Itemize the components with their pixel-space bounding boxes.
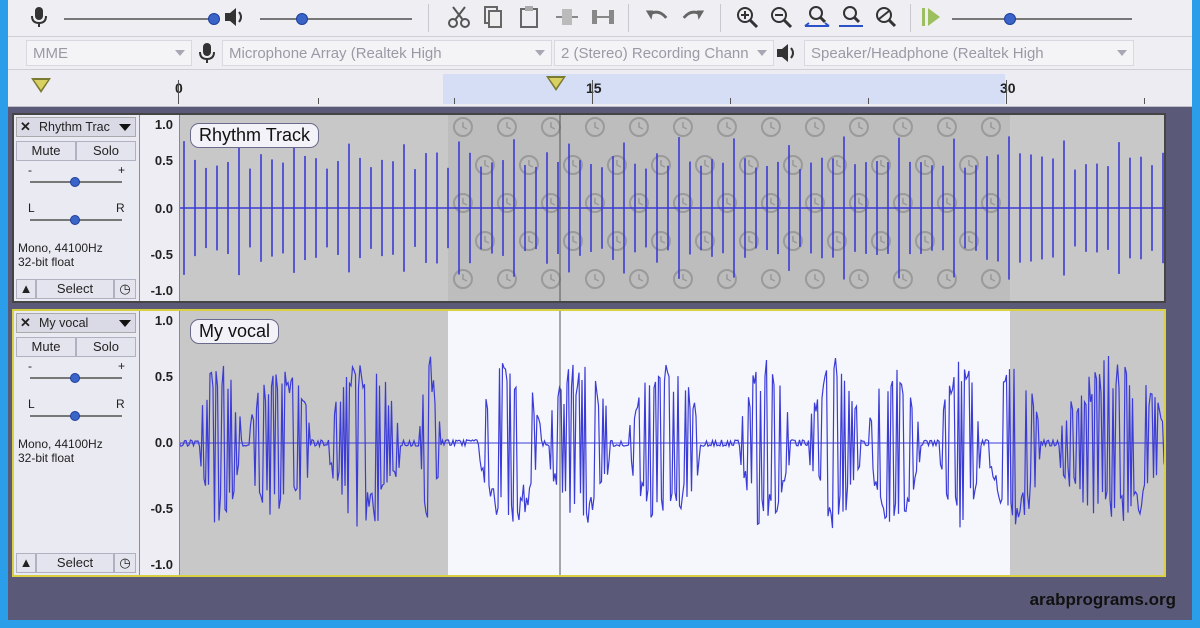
playback-device-select[interactable]: Speaker/Headphone (Realtek High	[804, 40, 1134, 66]
mute-button[interactable]: Mute	[16, 141, 76, 161]
pan-right-label: R	[116, 397, 125, 411]
format-rate: Mono, 44100Hz	[18, 437, 103, 451]
track-rhythm[interactable]: ✕ Rhythm Trac Mute Solo - + L R Mono, 44…	[12, 113, 1166, 303]
recording-device-select[interactable]: Microphone Array (Realtek High	[222, 40, 552, 66]
format-rate: Mono, 44100Hz	[18, 241, 103, 255]
track-name-menu[interactable]: Rhythm Trac	[39, 120, 119, 134]
recording-volume-slider[interactable]	[64, 18, 214, 20]
sync-lock-icon[interactable]: ◷	[114, 553, 136, 573]
cut-icon[interactable]	[446, 4, 472, 30]
track-control-panel: ✕ Rhythm Trac Mute Solo - + L R Mono, 44…	[14, 115, 140, 301]
chevron-down-icon[interactable]	[119, 320, 131, 327]
play-head-marker[interactable]	[31, 78, 51, 93]
gain-plus-label: +	[118, 163, 126, 177]
undo-icon[interactable]	[644, 4, 670, 30]
recording-channels-value: 2 (Stereo) Recording Chann	[561, 45, 749, 62]
close-icon[interactable]: ✕	[20, 315, 31, 331]
select-button[interactable]: Select	[36, 553, 114, 573]
paste-icon[interactable]	[516, 4, 542, 30]
playback-volume-slider[interactable]	[260, 18, 412, 20]
speaker-icon	[774, 40, 800, 66]
zoom-in-icon[interactable]	[734, 4, 760, 30]
ruler-selection-region[interactable]	[443, 74, 1005, 104]
gain-plus-label: +	[118, 359, 126, 373]
pan-right-label: R	[116, 201, 125, 215]
rhythm-waveform[interactable]: Rhythm Track	[180, 115, 1164, 301]
gain-knob[interactable]	[70, 177, 80, 187]
track-format-info: Mono, 44100Hz 32-bit float	[18, 437, 103, 465]
recording-volume-knob[interactable]	[208, 13, 220, 25]
play-speed-slider[interactable]	[952, 18, 1132, 20]
scale-label: -0.5	[150, 247, 173, 262]
track-control-panel: ✕ My vocal Mute Solo - + L R Mono, 44100…	[14, 311, 140, 575]
scale-label: -1.0	[150, 283, 173, 298]
scale-label: 0.0	[154, 201, 173, 216]
selection-marker[interactable]	[546, 76, 566, 91]
playback-volume-knob[interactable]	[296, 13, 308, 25]
pan-left-label: L	[28, 397, 35, 411]
scale-label: 0.0	[154, 435, 173, 450]
gain-knob[interactable]	[70, 373, 80, 383]
gain-minus-label: -	[28, 359, 32, 373]
watermark-text: arabprograms.org	[1029, 590, 1176, 609]
format-depth: 32-bit float	[18, 255, 75, 269]
track-header: ✕ My vocal	[16, 313, 136, 333]
microphone-icon	[194, 40, 220, 66]
scale-label: -0.5	[150, 501, 173, 516]
ruler-label-30: 30	[1000, 80, 1016, 96]
close-icon[interactable]: ✕	[20, 119, 31, 135]
redo-icon[interactable]	[680, 4, 706, 30]
speaker-icon[interactable]	[222, 4, 248, 30]
vocal-waveform[interactable]: My vocal	[180, 311, 1164, 575]
audacity-window: MME Microphone Array (Realtek High 2 (St…	[8, 0, 1192, 620]
solo-button[interactable]: Solo	[76, 141, 136, 161]
timeline-ruler[interactable]: 0 15 30	[8, 70, 1192, 107]
mute-button[interactable]: Mute	[16, 337, 76, 357]
track-vocal[interactable]: ✕ My vocal Mute Solo - + L R Mono, 44100…	[12, 309, 1166, 577]
chevron-down-icon[interactable]	[119, 124, 131, 131]
collapse-button[interactable]: ▲	[16, 279, 36, 299]
scale-label: -1.0	[150, 557, 173, 572]
scale-label: 1.0	[154, 313, 173, 328]
microphone-icon[interactable]	[26, 4, 52, 30]
solo-button[interactable]: Solo	[76, 337, 136, 357]
scale-label: 0.5	[154, 153, 173, 168]
track-header: ✕ Rhythm Trac	[16, 117, 136, 137]
ruler-label-15: 15	[586, 80, 602, 96]
sync-lock-icon[interactable]: ◷	[114, 279, 136, 299]
format-depth: 32-bit float	[18, 451, 75, 465]
scale-label: 1.0	[154, 117, 173, 132]
zoom-out-icon[interactable]	[768, 4, 794, 30]
pan-left-label: L	[28, 201, 35, 215]
pan-knob[interactable]	[70, 215, 80, 225]
play-at-speed-icon[interactable]	[918, 4, 944, 30]
collapse-button[interactable]: ▲	[16, 553, 36, 573]
fit-selection-icon[interactable]	[804, 4, 830, 30]
recording-device-value: Microphone Array (Realtek High	[229, 45, 442, 62]
main-toolbar	[8, 0, 1192, 37]
clip-name-label[interactable]: Rhythm Track	[190, 123, 320, 148]
scale-label: 0.5	[154, 369, 173, 384]
tracks-panel: ✕ Rhythm Trac Mute Solo - + L R Mono, 44…	[8, 107, 1192, 620]
trim-icon[interactable]	[554, 4, 580, 30]
amplitude-ruler: 1.0 0.5 0.0 -0.5 -1.0	[140, 115, 180, 301]
playback-device-value: Speaker/Headphone (Realtek High	[811, 45, 1044, 62]
recording-channels-select[interactable]: 2 (Stereo) Recording Chann	[554, 40, 774, 66]
device-toolbar: MME Microphone Array (Realtek High 2 (St…	[8, 37, 1192, 70]
copy-icon[interactable]	[480, 4, 506, 30]
silence-icon[interactable]	[590, 4, 616, 30]
clip-name-label[interactable]: My vocal	[190, 319, 280, 344]
play-speed-knob[interactable]	[1004, 13, 1016, 25]
audio-host-select[interactable]: MME	[26, 40, 192, 66]
gain-minus-label: -	[28, 163, 32, 177]
fit-project-icon[interactable]	[838, 4, 864, 30]
select-button[interactable]: Select	[36, 279, 114, 299]
pan-knob[interactable]	[70, 411, 80, 421]
zoom-toggle-icon[interactable]	[872, 4, 898, 30]
track-format-info: Mono, 44100Hz 32-bit float	[18, 241, 103, 269]
amplitude-ruler: 1.0 0.5 0.0 -0.5 -1.0	[140, 311, 180, 575]
audio-host-value: MME	[33, 45, 68, 62]
track-name-menu[interactable]: My vocal	[39, 316, 119, 330]
